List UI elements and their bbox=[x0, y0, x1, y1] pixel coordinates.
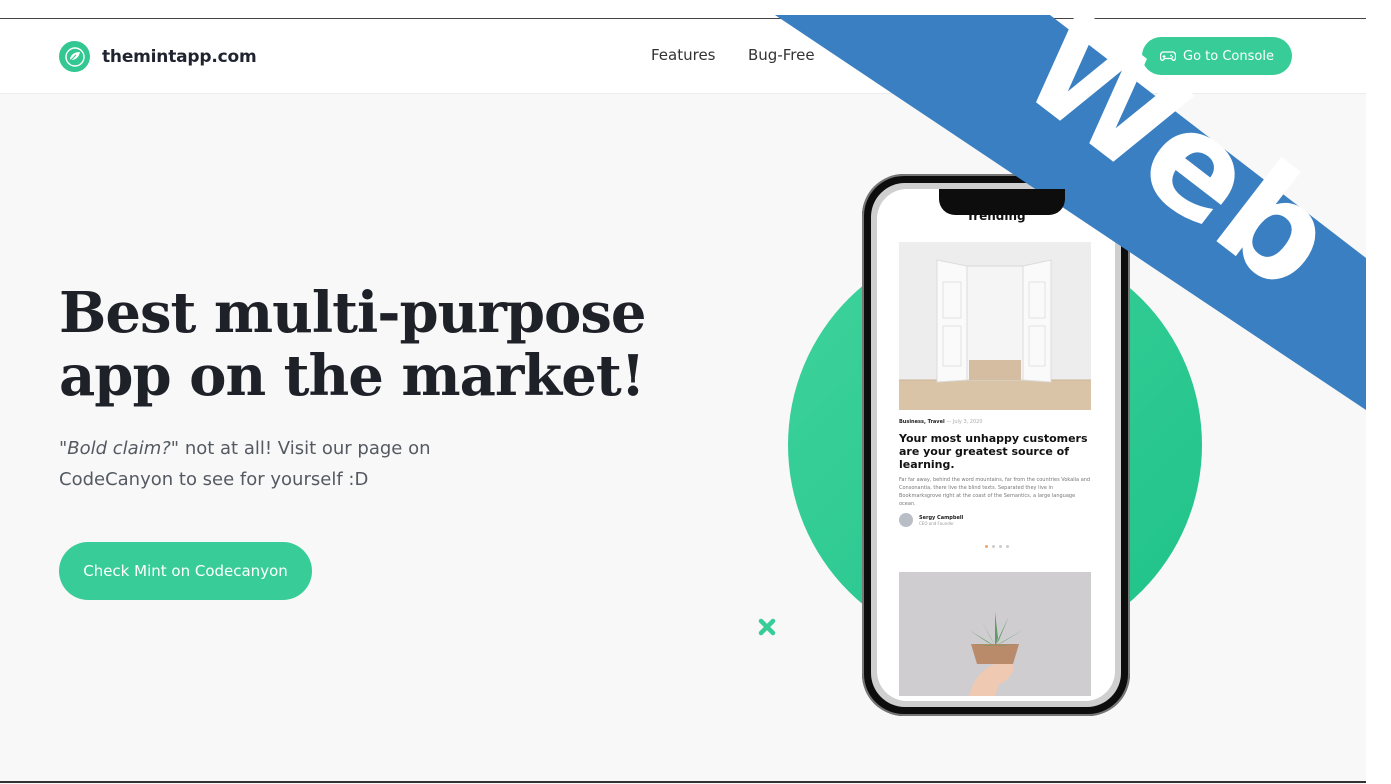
bottom-divider bbox=[0, 781, 1366, 783]
card-title[interactable]: Your most unhappy customers are your gre… bbox=[899, 432, 1095, 471]
card-date: July 3, 2020 bbox=[952, 419, 983, 425]
x-shape-icon bbox=[758, 618, 776, 636]
phone-screen: Trending Business, Travel — July 3, 2020… bbox=[877, 189, 1115, 701]
carousel-dot[interactable] bbox=[1006, 545, 1009, 548]
card-author: Sergy Campbell CEO and Founder bbox=[899, 513, 963, 527]
hero-title: Best multi-purpose app on the market! bbox=[59, 282, 699, 408]
go-to-console-label: Go to Console bbox=[1183, 48, 1274, 64]
card-category: Business, Travel bbox=[899, 419, 945, 425]
carousel-dot[interactable] bbox=[992, 545, 995, 548]
card-meta: Business, Travel — July 3, 2020 bbox=[899, 419, 983, 425]
nav-link-features[interactable]: Features bbox=[651, 46, 716, 64]
mint-leaf-icon bbox=[59, 41, 90, 72]
open-doors-image bbox=[899, 242, 1091, 410]
author-name: Sergy Campbell bbox=[919, 514, 964, 521]
hero-subtitle: "Bold claim?" not at all! Visit our page… bbox=[59, 433, 479, 495]
brand[interactable]: themintapp.com bbox=[59, 41, 257, 72]
phone-mockup: Trending Business, Travel — July 3, 2020… bbox=[862, 174, 1130, 716]
card-excerpt: Far far away, behind the word mountains,… bbox=[899, 477, 1091, 507]
brand-name: themintapp.com bbox=[102, 46, 257, 67]
carousel-dot[interactable] bbox=[999, 545, 1002, 548]
author-role: CEO and Founder bbox=[919, 520, 954, 526]
carousel-dot[interactable] bbox=[985, 545, 988, 548]
go-to-console-button[interactable]: Go to Console bbox=[1142, 37, 1292, 75]
phone-bezel: Trending Business, Travel — July 3, 2020… bbox=[871, 183, 1121, 707]
carousel-dots bbox=[985, 545, 1009, 548]
succulent-plant-image bbox=[899, 572, 1091, 696]
check-mint-codecanyon-button[interactable]: Check Mint on Codecanyon bbox=[59, 542, 312, 600]
gamepad-icon bbox=[1160, 51, 1177, 61]
top-navbar: themintapp.com Features Bug-Free Go to C… bbox=[0, 19, 1366, 94]
avatar bbox=[899, 513, 913, 527]
hero-subtitle-quote: "Bold claim?" bbox=[59, 438, 180, 459]
nav-link-bug-free[interactable]: Bug-Free bbox=[748, 46, 815, 64]
hero-title-line-2: app on the market! bbox=[59, 343, 645, 409]
hero-title-line-1: Best multi-purpose bbox=[59, 280, 647, 346]
phone-notch bbox=[939, 189, 1065, 215]
